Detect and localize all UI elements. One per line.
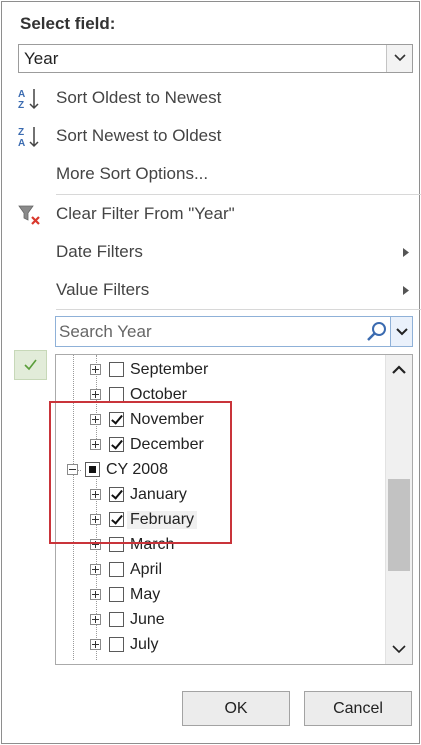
chevron-down-icon xyxy=(396,328,408,336)
svg-text:A: A xyxy=(18,138,25,149)
ok-button[interactable]: OK xyxy=(182,691,290,726)
menu-separator xyxy=(56,194,421,195)
expand-icon[interactable] xyxy=(90,614,101,625)
clear-filter-label: Clear Filter From "Year" xyxy=(56,204,235,223)
filter-panel: Select field: Year A Z Sort Oldest to Ne… xyxy=(1,1,421,744)
search-options-dropdown-button[interactable] xyxy=(390,317,412,346)
value-filters-item[interactable]: Value Filters xyxy=(2,272,421,308)
expand-icon[interactable] xyxy=(90,514,101,525)
checkbox[interactable] xyxy=(109,537,124,552)
expand-icon[interactable] xyxy=(90,439,101,450)
tree-item-april[interactable]: April xyxy=(56,558,386,583)
submenu-arrow-icon xyxy=(403,286,409,295)
search-field[interactable] xyxy=(55,316,413,347)
scrollbar-thumb[interactable] xyxy=(388,479,410,571)
tree-item-label: October xyxy=(130,386,187,403)
tree-item-label: March xyxy=(130,536,175,553)
tree-item-january[interactable]: January xyxy=(56,483,386,508)
expand-icon[interactable] xyxy=(90,589,101,600)
tree-item-label: February xyxy=(127,511,198,529)
expand-icon[interactable] xyxy=(90,539,101,550)
checkbox[interactable] xyxy=(109,512,124,527)
svg-text:A: A xyxy=(18,89,25,100)
checkbox[interactable] xyxy=(109,487,124,502)
tree-item-label: July xyxy=(130,636,159,653)
checkmark-icon xyxy=(24,359,37,371)
expand-icon[interactable] xyxy=(90,489,101,500)
clear-filter-item[interactable]: Clear Filter From "Year" xyxy=(2,196,421,232)
value-filters-label: Value Filters xyxy=(56,280,150,299)
chevron-down-icon xyxy=(394,54,406,62)
tree-item-label: September xyxy=(130,361,209,378)
checkbox[interactable] xyxy=(109,587,124,602)
panel-title: Select field: xyxy=(20,14,116,33)
tree-item-label: June xyxy=(130,611,165,628)
tree-item-july[interactable]: July xyxy=(56,633,386,658)
svg-text:Z: Z xyxy=(18,127,24,138)
tree-item-may[interactable]: May xyxy=(56,583,386,608)
tree-item-june[interactable]: June xyxy=(56,608,386,633)
tree-item-october[interactable]: October xyxy=(56,383,386,408)
tree-item-march[interactable]: March xyxy=(56,533,386,558)
tree-item-cy-2008[interactable]: CY 2008 xyxy=(56,458,386,483)
checkbox[interactable] xyxy=(109,412,124,427)
tree-item-label: December xyxy=(130,436,204,453)
tree-item-label: January xyxy=(130,486,187,503)
date-filters-item[interactable]: Date Filters xyxy=(2,234,421,270)
svg-text:Z: Z xyxy=(18,100,24,111)
field-select-dropdown[interactable]: Year xyxy=(18,44,413,73)
field-select-value: Year xyxy=(24,49,59,68)
scroll-down-button[interactable] xyxy=(386,636,412,664)
cancel-button[interactable]: Cancel xyxy=(304,691,412,726)
filter-tree-list: September October November December CY 2… xyxy=(55,354,413,665)
submenu-arrow-icon xyxy=(403,248,409,257)
tree-scrollbar[interactable] xyxy=(385,355,412,664)
tree-item-december[interactable]: December xyxy=(56,433,386,458)
expand-icon[interactable] xyxy=(90,564,101,575)
sort-newest-to-oldest-item[interactable]: Z A Sort Newest to Oldest xyxy=(2,118,421,154)
select-all-indicator[interactable] xyxy=(14,350,47,380)
tree-item-september[interactable]: September xyxy=(56,358,386,383)
sort-newest-label: Sort Newest to Oldest xyxy=(56,126,222,145)
tree-item-label: November xyxy=(130,411,204,428)
checkbox[interactable] xyxy=(109,562,124,577)
checkbox[interactable] xyxy=(109,637,124,652)
scroll-up-button[interactable] xyxy=(386,355,412,383)
expand-icon[interactable] xyxy=(90,414,101,425)
chevron-down-icon xyxy=(392,645,406,654)
sort-descending-icon: Z A xyxy=(17,125,43,149)
clear-filter-icon xyxy=(17,203,43,227)
tree-item-february[interactable]: February xyxy=(56,508,386,533)
checkbox[interactable] xyxy=(109,362,124,377)
tree-item-november[interactable]: November xyxy=(56,408,386,433)
expand-icon[interactable] xyxy=(90,639,101,650)
chevron-up-icon xyxy=(392,365,406,374)
tree-item-label: May xyxy=(130,586,161,603)
field-select-dropdown-button[interactable] xyxy=(386,45,412,72)
checkbox[interactable] xyxy=(85,462,100,477)
checkbox[interactable] xyxy=(109,437,124,452)
more-sort-options-item[interactable]: More Sort Options... xyxy=(2,156,421,192)
menu-separator xyxy=(56,309,421,310)
search-icon xyxy=(367,322,386,341)
search-input[interactable] xyxy=(59,320,359,343)
collapse-icon[interactable] xyxy=(67,464,78,475)
checkbox[interactable] xyxy=(109,387,124,402)
sort-ascending-icon: A Z xyxy=(17,87,43,111)
sort-oldest-label: Sort Oldest to Newest xyxy=(56,88,222,107)
tree-item-label: April xyxy=(130,561,163,578)
checkbox[interactable] xyxy=(109,612,124,627)
sort-oldest-to-newest-item[interactable]: A Z Sort Oldest to Newest xyxy=(2,80,421,116)
more-sort-options-label: More Sort Options... xyxy=(56,164,209,183)
expand-icon[interactable] xyxy=(90,364,101,375)
tree-item-label: CY 2008 xyxy=(106,461,168,478)
date-filters-label: Date Filters xyxy=(56,242,143,261)
expand-icon[interactable] xyxy=(90,389,101,400)
